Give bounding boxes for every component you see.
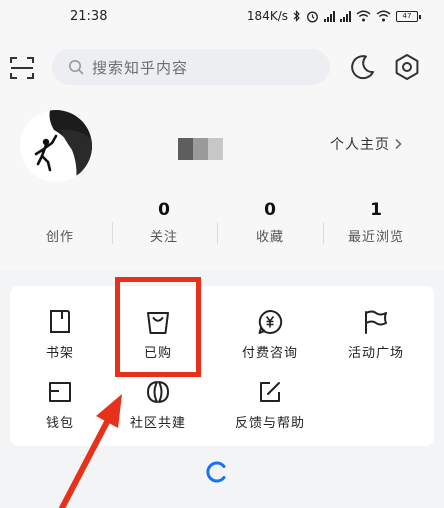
service-bookshelf[interactable]: 书架 [20,308,100,361]
wallet-icon [49,382,71,402]
scan-icon[interactable] [8,54,36,82]
loading-spinner-icon [206,461,226,483]
bookshelf-icon [50,310,70,333]
annotation-highlight-box [115,277,201,377]
search-input[interactable]: 搜索知乎内容 [52,49,330,85]
paid-consult-icon [258,309,283,334]
search-placeholder: 搜索知乎内容 [92,58,189,77]
service-label: 付费咨询 [241,346,298,361]
net-speed: 184K/s [246,9,288,23]
stat-divider [323,222,324,244]
status-indicators: 184K/s 47 [246,9,421,23]
avatar-climber-image [20,110,92,182]
stats-row: 0 创作 0 关注 0 收藏 1 最近浏览 [0,198,444,248]
stat-label: 创作 [45,230,74,245]
homepage-link-label: 个人主页 [330,137,390,153]
battery-icon: 47 [396,10,421,22]
services-card: 书架 已购 付费咨询 活动广场 钱包 社区共建 反馈与帮助 [10,286,434,446]
moon-icon[interactable] [347,52,377,82]
signal-icon [340,10,351,22]
service-community[interactable]: 社区共建 [118,378,198,431]
service-label: 社区共建 [129,416,186,431]
service-activity-plaza[interactable]: 活动广场 [336,308,416,361]
service-label: 活动广场 [347,346,404,361]
service-wallet[interactable]: 钱包 [20,378,100,431]
bluetooth-icon [293,10,300,22]
service-paid-consult[interactable]: 付费咨询 [230,308,310,361]
chevron-right-icon [395,138,402,150]
stat-label: 最近浏览 [347,230,404,245]
feedback-icon [260,382,280,402]
wifi-icon [376,10,391,22]
alarm-icon [307,11,318,22]
wifi-icon [356,10,371,22]
stat-value: 0 [158,200,170,220]
stat-value: 1 [370,200,382,220]
status-bar: 21:38 184K/s 47 [0,0,444,36]
service-label: 书架 [45,346,74,361]
top-bar: 搜索知乎内容 [0,36,444,98]
community-icon [147,381,169,403]
stat-divider [217,222,218,244]
stat-recent-views[interactable]: 1 最近浏览 [324,198,428,245]
service-feedback[interactable]: 反馈与帮助 [230,378,310,431]
flag-icon [365,310,387,334]
stat-label: 关注 [149,230,178,245]
profile-section: 个人主页 0 创作 0 关注 0 收藏 1 最近浏览 [0,98,444,270]
status-time: 21:38 [70,9,108,24]
stat-favorites[interactable]: 0 收藏 [218,198,322,245]
homepage-link[interactable]: 个人主页 [330,134,402,154]
gear-icon[interactable] [392,52,422,82]
signal-icon [324,10,335,22]
stat-creations[interactable]: 0 创作 [8,198,112,245]
avatar[interactable] [20,110,92,182]
service-label: 钱包 [45,416,74,431]
search-icon [69,60,84,75]
stat-label: 收藏 [255,230,284,245]
stat-following[interactable]: 0 关注 [112,198,216,245]
battery-level: 47 [402,12,412,20]
stat-divider [112,222,113,244]
username-redacted [178,138,223,160]
service-label: 反馈与帮助 [234,416,305,431]
stat-value: 0 [264,200,276,220]
